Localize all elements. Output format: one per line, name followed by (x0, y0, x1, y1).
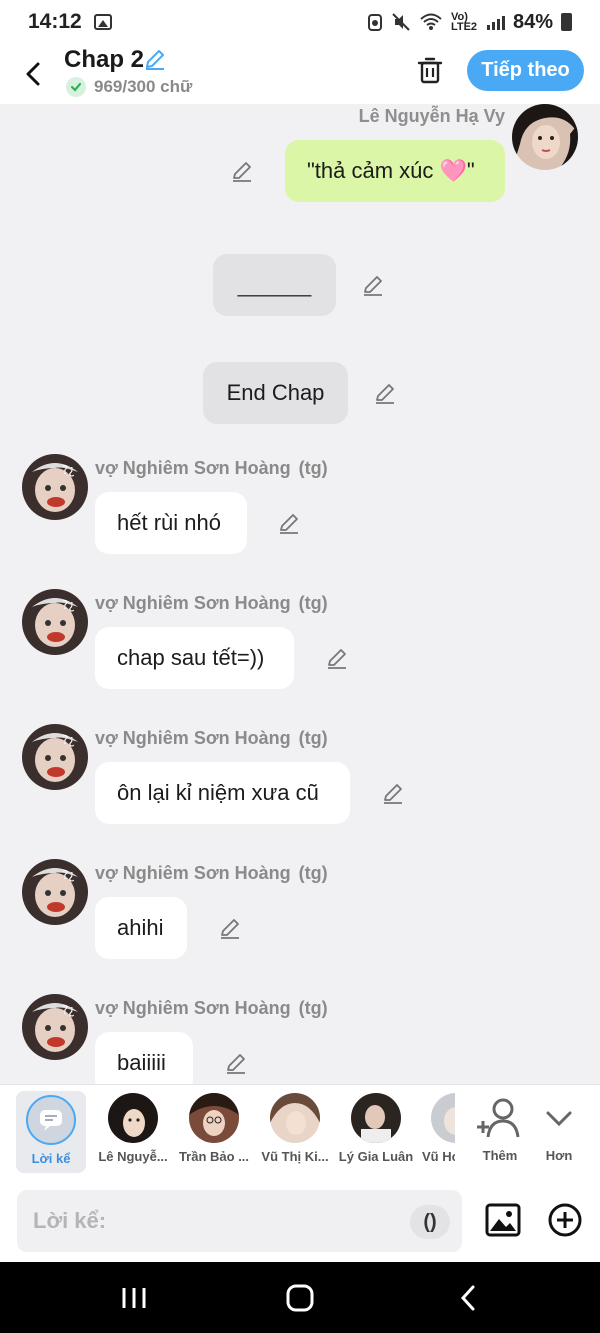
home-button[interactable] (283, 1282, 317, 1314)
message-author: vợ Nghiêm Sơn Hoàng (tg) (95, 458, 328, 478)
add-person-icon (477, 1098, 520, 1138)
character-label: Vũ Thị Ki... (261, 1149, 329, 1164)
wifi-icon (420, 13, 442, 30)
recent-apps-button[interactable] (117, 1282, 151, 1314)
character-bar: Lời kể Lê Nguyễ... Trần Bảo ... Vũ Thị K… (0, 1084, 600, 1180)
system-nav-bar (0, 1262, 600, 1333)
word-count: 969/300 chữ (94, 77, 193, 96)
network-label: Vo) LTE2 (450, 11, 478, 33)
nav-back-button[interactable] (452, 1282, 486, 1314)
nav-back-icon (460, 1285, 475, 1311)
edit-icon[interactable] (381, 781, 405, 805)
mute-icon (392, 13, 410, 31)
message-author: vợ Nghiêm Sơn Hoàng (tg) (95, 998, 328, 1018)
message-bubble[interactable]: ôn lại kỉ niệm xưa cũ (95, 762, 350, 824)
edit-icon[interactable] (218, 916, 242, 940)
avatar (351, 1093, 401, 1143)
svg-text:?¿: ?¿ (62, 733, 75, 747)
insert-image-button[interactable] (485, 1202, 521, 1238)
narration-input-box: () (17, 1190, 462, 1252)
avatar[interactable]: ?¿ (22, 994, 88, 1060)
character-label: Lý Gia Luân (338, 1149, 414, 1164)
message-author: vợ Nghiêm Sơn Hoàng (tg) (95, 863, 328, 883)
image-icon (485, 1203, 521, 1237)
story-feed[interactable]: Lê Nguyễn Hạ Vy "thả cảm xúc 🩷" ______ E… (0, 104, 600, 1084)
input-bar: () (0, 1180, 600, 1262)
message-bubble[interactable]: chap sau tết=)) (95, 627, 294, 689)
character-item[interactable]: Trần Bảo ... (176, 1093, 252, 1164)
avatar[interactable]: ?¿ (22, 859, 88, 925)
svg-text:?¿: ?¿ (62, 463, 75, 477)
chevron-down-icon (546, 1111, 572, 1127)
chapter-header: Chap 2 969/300 chữ Tiếp theo (0, 44, 600, 104)
avatar (189, 1093, 239, 1143)
battery-icon (561, 13, 572, 31)
avatar (270, 1093, 320, 1143)
status-bar: 14:12 Vo) LTE2 84% (0, 0, 600, 44)
character-label: Hơn (545, 1148, 573, 1163)
avatar (431, 1093, 455, 1143)
recent-apps-icon (122, 1288, 146, 1308)
trash-icon (417, 57, 443, 84)
home-icon (286, 1284, 314, 1312)
svg-text:?¿: ?¿ (62, 598, 75, 612)
narrator-icon (26, 1095, 76, 1145)
character-item[interactable]: Lê Nguyễ... (95, 1093, 171, 1164)
character-item[interactable]: Vũ Ho (419, 1093, 455, 1164)
parenthesis-button[interactable]: () (410, 1205, 450, 1239)
battery-percent: 84% (512, 10, 553, 33)
avatar[interactable]: ?¿ (22, 589, 88, 655)
delete-button[interactable] (414, 54, 446, 86)
character-item[interactable]: Vũ Thị Ki... (257, 1093, 333, 1164)
character-label: Trần Bảo ... (178, 1149, 250, 1164)
more-button[interactable]: Hơn (521, 1093, 597, 1163)
narration-input[interactable] (33, 1190, 413, 1252)
avatar[interactable]: ?¿ (22, 454, 88, 520)
svg-text:?¿: ?¿ (62, 1003, 75, 1017)
avatar[interactable] (512, 104, 578, 170)
separator-bubble[interactable]: ______ (213, 254, 336, 316)
alarm-icon (367, 14, 382, 31)
gallery-notification-icon (93, 14, 112, 30)
edit-icon[interactable] (325, 646, 349, 670)
message-bubble[interactable]: hết rùi nhó (95, 492, 247, 554)
character-item[interactable]: Lý Gia Luân (338, 1093, 414, 1164)
message-author: Lê Nguyễn Hạ Vy (358, 106, 505, 126)
edit-icon[interactable] (373, 381, 397, 405)
edit-title-icon[interactable] (143, 47, 167, 71)
edit-icon[interactable] (361, 273, 385, 297)
character-label: Lời kể (31, 1151, 71, 1166)
end-chap-bubble[interactable]: End Chap (203, 362, 348, 424)
check-icon (66, 77, 86, 97)
next-button[interactable]: Tiếp theo (467, 50, 584, 91)
character-label: Vũ Ho (422, 1149, 455, 1164)
edit-icon[interactable] (230, 159, 254, 183)
message-author: vợ Nghiêm Sơn Hoàng (tg) (95, 728, 328, 748)
status-time: 14:12 (28, 10, 82, 33)
message-bubble[interactable]: baiiiii (95, 1032, 193, 1084)
avatar[interactable]: ?¿ (22, 724, 88, 790)
avatar (108, 1093, 158, 1143)
signal-icon (486, 14, 505, 30)
edit-icon[interactable] (224, 1051, 248, 1075)
svg-text:?¿: ?¿ (62, 868, 75, 882)
add-button[interactable] (547, 1202, 583, 1238)
edit-icon[interactable] (277, 511, 301, 535)
plus-circle-icon (548, 1203, 582, 1237)
chapter-title: Chap 2 (64, 46, 145, 73)
back-button[interactable] (20, 56, 48, 92)
chevron-left-icon (26, 62, 40, 86)
character-narrator[interactable]: Lời kể (16, 1091, 86, 1173)
message-author: vợ Nghiêm Sơn Hoàng (tg) (95, 593, 328, 613)
message-bubble[interactable]: ahihi (95, 897, 187, 959)
character-label: Lê Nguyễ... (98, 1149, 168, 1164)
message-bubble[interactable]: "thả cảm xúc 🩷" (285, 140, 505, 202)
